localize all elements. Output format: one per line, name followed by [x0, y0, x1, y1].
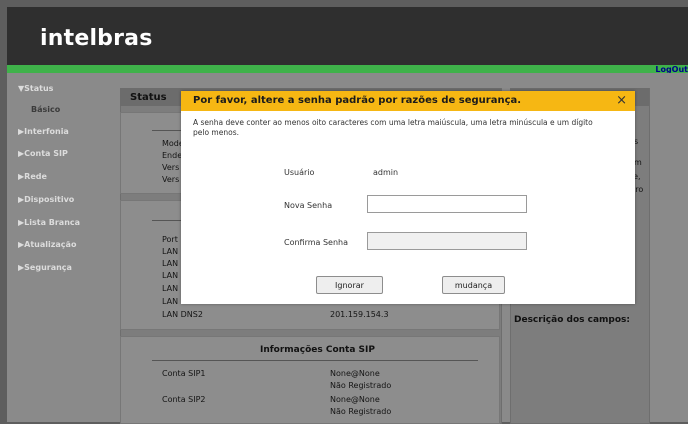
sip1-label: Conta SIP1 [162, 369, 206, 378]
new-password-label: Nova Senha [284, 201, 333, 210]
sidebar-item-dispositivo[interactable]: ▶Dispositivo [18, 195, 74, 204]
sip2-label: Conta SIP2 [162, 395, 206, 404]
sip-section-title: Informações Conta SIP [260, 345, 375, 355]
sidebar-item-status[interactable]: ▼Status [18, 84, 53, 93]
new-password-input[interactable] [367, 195, 527, 213]
sip1-account: None@None [330, 369, 380, 378]
page-title: Status [130, 92, 167, 103]
sidebar-item-basico[interactable]: Básico [31, 105, 60, 114]
dialog-title: Por favor, altere a senha padrão por raz… [193, 95, 522, 106]
green-accent-bar [7, 65, 688, 73]
sidebar-item-lista-branca[interactable]: ▶Lista Branca [18, 218, 80, 227]
confirm-password-input[interactable] [367, 232, 527, 250]
top-header-bar: intelbras [7, 7, 688, 65]
field-description-title: Descrição dos campos: [514, 315, 630, 325]
sidebar-item-conta-sip[interactable]: ▶Conta SIP [18, 149, 68, 158]
confirm-password-label: Confirma Senha [284, 238, 349, 247]
info-label: Ende [162, 151, 183, 160]
sidebar-item-seguranca[interactable]: ▶Segurança [18, 263, 72, 272]
network-label: LAN [162, 259, 179, 268]
info-label: Vers [162, 163, 180, 172]
password-requirements-text: A senha deve conter ao menos oito caract… [193, 118, 593, 137]
section-divider [152, 360, 478, 361]
ignore-button[interactable]: Ignorar [316, 276, 383, 294]
lan-dns2-value: 201.159.154.3 [330, 310, 389, 319]
network-label: LAN [162, 247, 179, 256]
sidebar: ▼Status Básico ▶Interfonia ▶Conta SIP ▶R… [7, 73, 106, 422]
dialog-header: Por favor, altere a senha padrão por raz… [181, 91, 635, 111]
lan-dns2-label: LAN DNS2 [162, 310, 203, 319]
network-label: LAN [162, 297, 179, 306]
sidebar-item-atualizacao[interactable]: ▶Atualização [18, 240, 76, 249]
user-label: Usuário [284, 168, 315, 177]
change-password-dialog: Por favor, altere a senha padrão por raz… [181, 91, 635, 304]
network-label: LAN [162, 271, 179, 280]
intelbras-logo: intelbras [40, 26, 153, 51]
change-password-button[interactable]: mudança [442, 276, 505, 294]
user-value: admin [373, 168, 399, 177]
close-icon[interactable]: × [616, 93, 627, 109]
network-label: Port [162, 235, 178, 244]
sip1-status: Não Registrado [330, 381, 392, 390]
network-label: LAN [162, 284, 179, 293]
info-label: Vers [162, 175, 180, 184]
field-desc-fragment: m [634, 158, 642, 167]
sip2-status: Não Registrado [330, 407, 392, 416]
sip2-account: None@None [330, 395, 380, 404]
sidebar-item-rede[interactable]: ▶Rede [18, 172, 47, 181]
sidebar-item-interfonia[interactable]: ▶Interfonia [18, 127, 69, 136]
